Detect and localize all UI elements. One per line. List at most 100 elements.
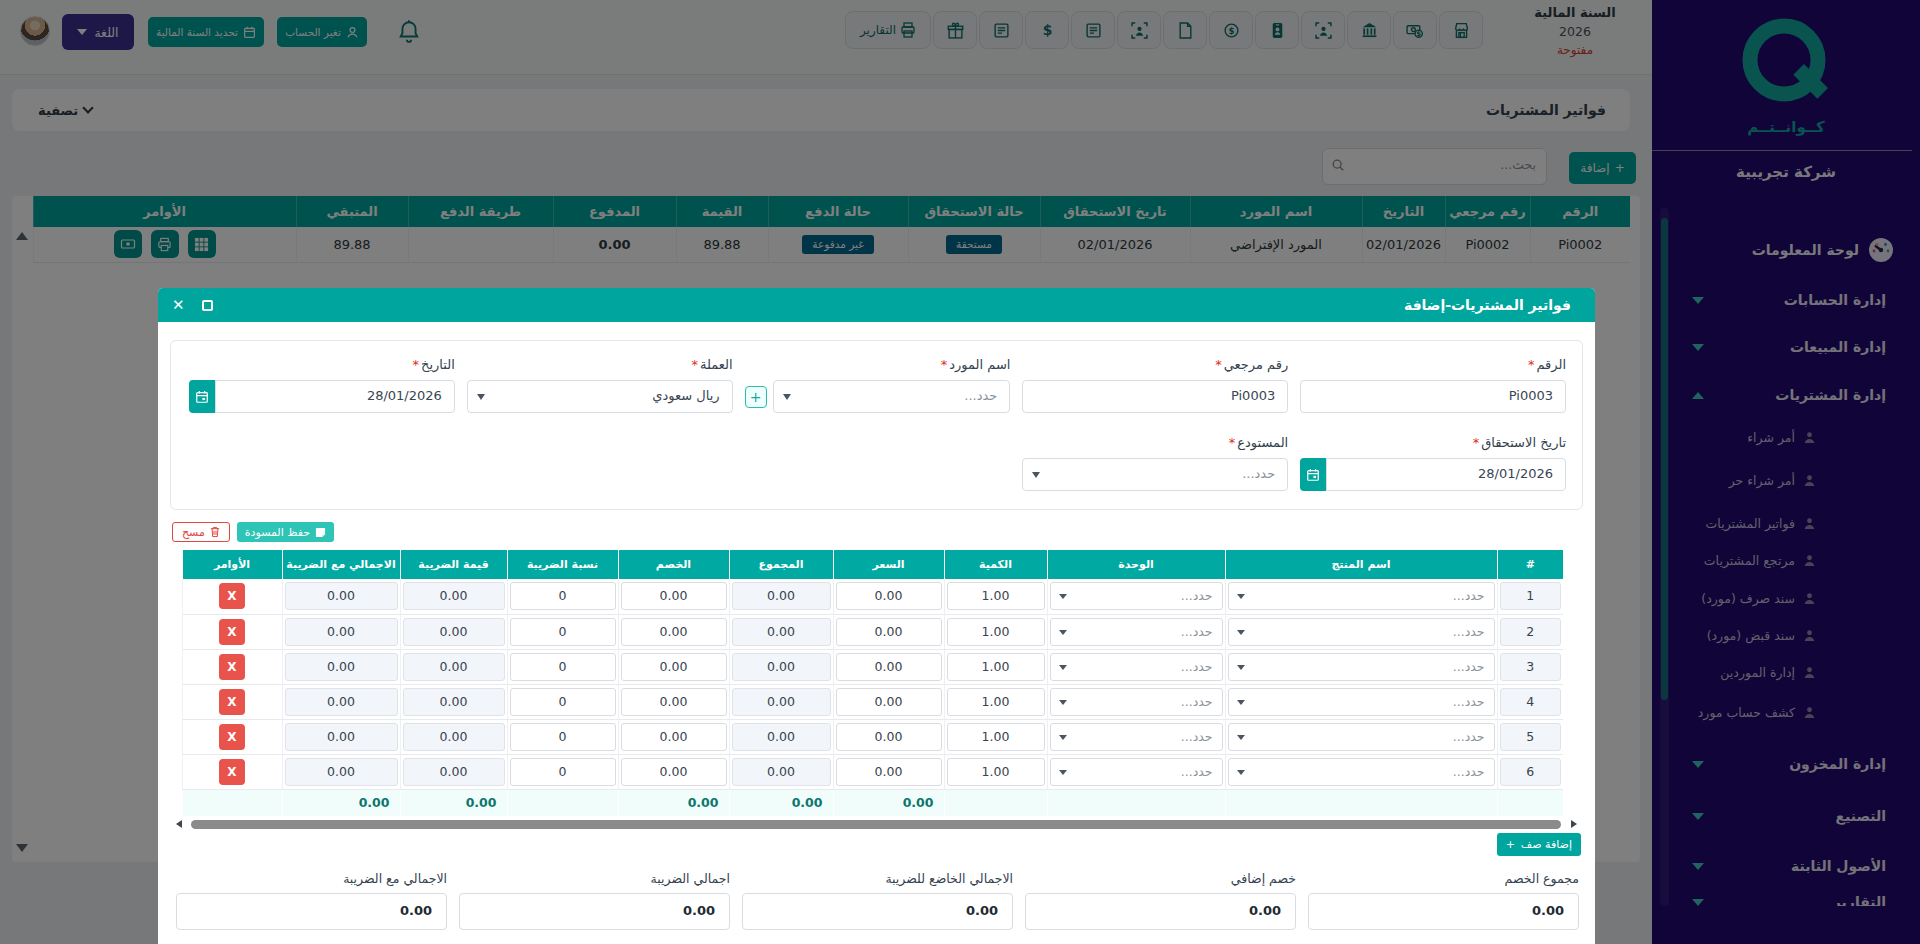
save-draft-label: حفظ المسودة <box>245 526 310 539</box>
add-supplier-button[interactable]: + <box>745 386 767 408</box>
summary-field-input[interactable]: 0.00 <box>459 893 730 930</box>
tax-value: 0.00 <box>403 618 505 646</box>
tax-rate-input[interactable]: 0 <box>510 758 616 786</box>
delete-row-button[interactable]: X <box>219 583 245 609</box>
qty-input[interactable]: 1.00 <box>947 618 1045 646</box>
clear-button[interactable]: مسح <box>172 522 230 542</box>
tax-rate-input[interactable]: 0 <box>510 688 616 716</box>
qty-input[interactable]: 1.00 <box>947 582 1045 610</box>
currency-select[interactable]: ريال سعودي <box>467 380 733 413</box>
total-with-tax-value: 0.00 <box>285 758 398 786</box>
date-picker-button[interactable] <box>189 380 215 413</box>
tax-rate-input[interactable]: 0 <box>510 618 616 646</box>
price-input[interactable]: 0.00 <box>836 618 942 646</box>
product-select[interactable]: حدد... <box>1228 582 1495 610</box>
summary-field-input[interactable]: 0.00 <box>176 893 447 930</box>
discount-input[interactable]: 0.00 <box>621 653 727 681</box>
discount-input[interactable]: 0.00 <box>621 618 727 646</box>
qty-input[interactable]: 1.00 <box>947 723 1045 751</box>
subtotal-value: 0.00 <box>732 653 831 681</box>
items-horizontal-scrollbar[interactable] <box>174 819 1581 830</box>
total-price: 0.00 <box>833 789 944 816</box>
tax-rate-input[interactable]: 0 <box>510 582 616 610</box>
summary-field-input[interactable]: 0.00 <box>1308 893 1579 930</box>
tax-rate-input[interactable]: 0 <box>510 723 616 751</box>
chevron-down-icon <box>1237 770 1245 775</box>
items-column-header: # <box>1497 550 1563 579</box>
add-row-button[interactable]: إضافة صف + <box>1497 833 1581 856</box>
total-discount: 0.00 <box>618 789 729 816</box>
chevron-down-icon <box>1059 594 1067 599</box>
qty-input[interactable]: 1.00 <box>947 653 1045 681</box>
item-row: 3حدد...حدد...1.000.000.000.0000.000.00X <box>182 649 1563 684</box>
items-table-header-row: #اسم المنتجالوحدةالكميةالسعرالمجموعالخصم… <box>182 550 1563 579</box>
delete-row-button[interactable]: X <box>219 689 245 715</box>
summary-field-input[interactable]: 0.00 <box>1025 893 1296 930</box>
delete-row-button[interactable]: X <box>219 724 245 750</box>
items-column-header: المجموع <box>729 550 833 579</box>
price-input[interactable]: 0.00 <box>836 758 942 786</box>
items-column-header: اسم المنتج <box>1225 550 1497 579</box>
modal-close-icon[interactable]: ✕ <box>172 298 185 313</box>
product-select[interactable]: حدد... <box>1228 688 1495 716</box>
qty-input[interactable]: 1.00 <box>947 688 1045 716</box>
supplier-select[interactable]: حدد... <box>773 380 1011 413</box>
product-select[interactable]: حدد... <box>1228 723 1495 751</box>
summary-field-input[interactable]: 0.00 <box>742 893 1013 930</box>
price-input[interactable]: 0.00 <box>836 723 942 751</box>
save-draft-button[interactable]: حفظ المسودة <box>237 522 334 542</box>
clear-label: مسح <box>182 526 205 539</box>
item-row: 2حدد...حدد...1.000.000.000.0000.000.00X <box>182 614 1563 649</box>
trash-icon <box>210 526 220 538</box>
horizontal-scrollbar-thumb[interactable] <box>191 820 1561 829</box>
discount-input[interactable]: 0.00 <box>621 758 727 786</box>
unit-select[interactable]: حدد... <box>1050 758 1223 786</box>
unit-select[interactable]: حدد... <box>1050 653 1223 681</box>
subtotal-value: 0.00 <box>732 582 831 610</box>
product-select[interactable]: حدد... <box>1228 653 1495 681</box>
scroll-left-icon[interactable] <box>176 820 182 828</box>
unit-select[interactable]: حدد... <box>1050 582 1223 610</box>
due-date-input[interactable]: 28/01/2026 <box>1326 458 1566 491</box>
discount-input[interactable]: 0.00 <box>621 582 727 610</box>
chevron-down-icon <box>1237 735 1245 740</box>
summary-field-2: الاجمالي الخاضع للضريبة0.00 <box>742 871 1013 930</box>
summary-field-label: الاجمالي مع الضريبة <box>176 871 447 886</box>
unit-select[interactable]: حدد... <box>1050 688 1223 716</box>
tax-value: 0.00 <box>403 653 505 681</box>
unit-select[interactable]: حدد... <box>1050 618 1223 646</box>
number-input[interactable]: Pi0003 <box>1300 380 1566 413</box>
modal-maximize-icon[interactable] <box>202 300 213 311</box>
item-row: 5حدد...حدد...1.000.000.000.0000.000.00X <box>182 719 1563 754</box>
items-column-header: الكمية <box>944 550 1047 579</box>
due-date-picker-button[interactable] <box>1300 458 1326 491</box>
warehouse-select[interactable]: حدد... <box>1022 458 1288 491</box>
delete-row-button[interactable]: X <box>219 759 245 785</box>
price-input[interactable]: 0.00 <box>836 688 942 716</box>
field-warehouse-label: المستودع* <box>1022 435 1288 450</box>
calendar-icon <box>195 390 209 404</box>
chevron-down-icon <box>1059 700 1067 705</box>
chevron-down-icon <box>1237 665 1245 670</box>
date-input[interactable]: 28/01/2026 <box>215 380 455 413</box>
unit-select[interactable]: حدد... <box>1050 723 1223 751</box>
items-column-header: قيمة الضريبة <box>400 550 507 579</box>
qty-input[interactable]: 1.00 <box>947 758 1045 786</box>
delete-row-button[interactable]: X <box>219 619 245 645</box>
price-input[interactable]: 0.00 <box>836 653 942 681</box>
discount-input[interactable]: 0.00 <box>621 688 727 716</box>
product-select[interactable]: حدد... <box>1228 758 1495 786</box>
delete-row-button[interactable]: X <box>219 654 245 680</box>
summary-field-1: خصم إضافي0.00 <box>1025 871 1296 930</box>
item-index: 5 <box>1500 723 1562 751</box>
ref-input[interactable]: Pi0003 <box>1022 380 1288 413</box>
discount-input[interactable]: 0.00 <box>621 723 727 751</box>
field-due-date-label: تاريخ الاستحقاق* <box>1300 435 1566 450</box>
tax-rate-input[interactable]: 0 <box>510 653 616 681</box>
add-invoice-modal: فواتير المشتريات-إضافة ✕ الرقم* Pi0003 ر… <box>158 288 1595 944</box>
scroll-right-icon[interactable] <box>1571 820 1577 828</box>
price-input[interactable]: 0.00 <box>836 582 942 610</box>
total-with-tax-value: 0.00 <box>285 688 398 716</box>
product-select[interactable]: حدد... <box>1228 618 1495 646</box>
subtotal-value: 0.00 <box>732 618 831 646</box>
